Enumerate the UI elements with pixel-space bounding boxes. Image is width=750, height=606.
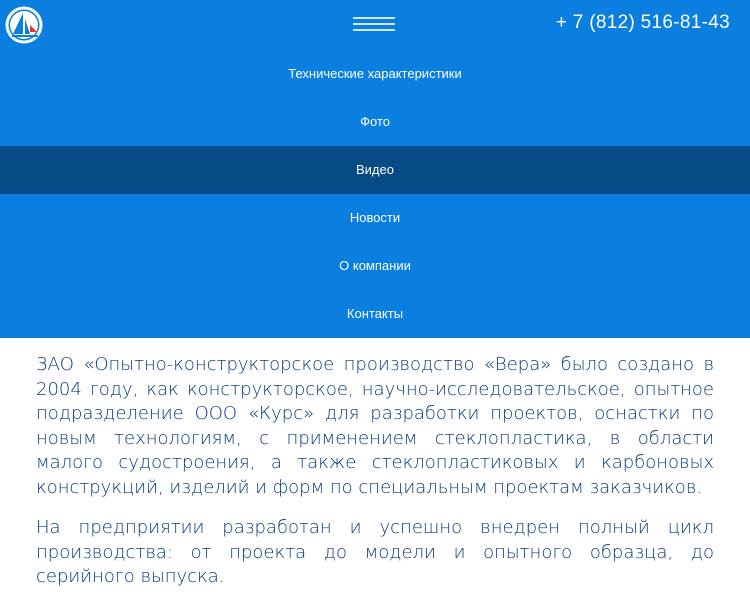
phone-number[interactable]: + 7 (812) 516-81-43: [556, 12, 730, 34]
nav-item-specs[interactable]: Технические характеристики: [0, 50, 750, 98]
nav-item-news[interactable]: Новости: [0, 194, 750, 242]
hamburger-icon[interactable]: [353, 14, 395, 34]
about-text: ЗАО «Опытно-конструкторское производство…: [36, 353, 714, 606]
nav-item-about[interactable]: О компании: [0, 242, 750, 290]
nav-item-video[interactable]: Видео: [0, 146, 750, 194]
about-paragraph: На предприятии разработан и успешно внед…: [36, 517, 714, 587]
nav-item-photo[interactable]: Фото: [0, 98, 750, 146]
about-paragraph: ЗАО «Опытно-конструкторское производство…: [36, 354, 714, 498]
site-header: + 7 (812) 516-81-43: [0, 0, 750, 50]
main-nav-menu: Технические характеристики Фото Видео Но…: [0, 50, 750, 338]
nav-item-contacts[interactable]: Контакты: [0, 290, 750, 338]
sailboat-logo-icon[interactable]: [4, 5, 44, 45]
